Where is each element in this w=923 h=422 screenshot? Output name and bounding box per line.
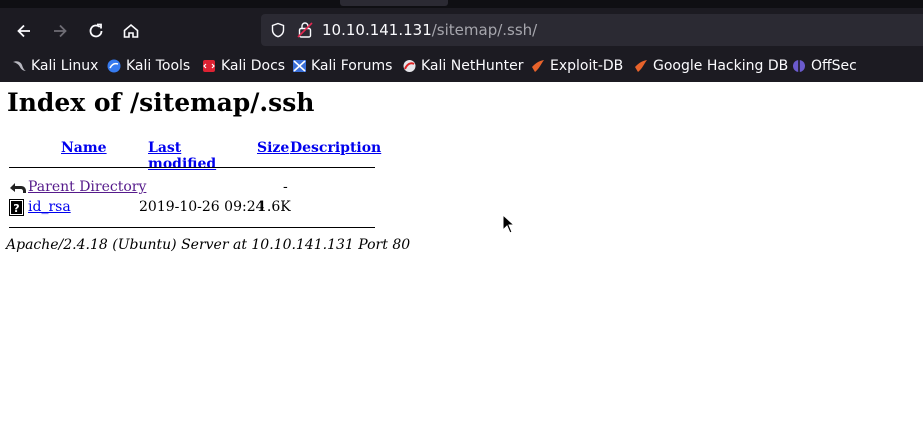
kali-docs-icon: [202, 59, 216, 73]
url-path: /sitemap/.ssh/: [431, 21, 538, 39]
sort-description-link[interactable]: Description: [290, 140, 381, 156]
url-text[interactable]: 10.10.141.131/sitemap/.ssh/: [322, 21, 537, 39]
reload-icon[interactable]: [83, 18, 109, 44]
table-row: Parent Directory: [28, 179, 146, 195]
ghdb-icon: [634, 59, 648, 73]
id-rsa-link[interactable]: id_rsa: [28, 199, 71, 215]
bookmark-label: Google Hacking DB: [653, 58, 789, 74]
address-bar[interactable]: 10.10.141.131/sitemap/.ssh/: [261, 14, 923, 46]
page-title: Index of /sitemap/.ssh: [7, 88, 315, 117]
bookmark-label: OffSec: [811, 58, 857, 74]
unknown-file-icon: ?: [9, 199, 24, 220]
nethunter-icon: [402, 59, 416, 73]
bookmark-ghdb[interactable]: Google Hacking DB: [634, 56, 788, 76]
divider: [9, 227, 375, 228]
bookmark-label: Kali Linux: [31, 58, 99, 74]
bookmark-kali-nethunter[interactable]: Kali NetHunter: [402, 56, 523, 76]
sort-size-link[interactable]: Size: [257, 140, 289, 156]
bookmark-label: Kali Docs: [221, 58, 286, 74]
mouse-cursor-icon: [502, 213, 516, 238]
kali-dragon-icon: [12, 59, 26, 73]
modified-cell: 2019-10-26 09:24: [139, 199, 265, 215]
url-host: 10.10.141.131: [322, 21, 432, 39]
col-header-size: Size: [257, 140, 289, 156]
bookmark-offsec[interactable]: OffSec: [792, 56, 857, 76]
bookmark-label: Exploit-DB: [550, 58, 624, 74]
bookmarks-toolbar: Kali Linux Kali Tools Kali Docs Kali For…: [0, 52, 923, 80]
divider: [9, 167, 375, 168]
bookmark-kali-tools[interactable]: Kali Tools: [107, 56, 190, 76]
insecure-lock-icon[interactable]: [297, 21, 313, 43]
col-header-name: Name: [61, 140, 107, 156]
kali-forums-icon: [292, 59, 306, 73]
table-row: id_rsa: [28, 199, 71, 215]
offsec-icon: [792, 59, 806, 73]
size-cell: 1.6K: [258, 199, 291, 215]
back-icon[interactable]: [11, 18, 37, 44]
exploit-db-icon: [531, 59, 545, 73]
bookmark-kali-docs[interactable]: Kali Docs: [202, 56, 285, 76]
parent-directory-link[interactable]: Parent Directory: [28, 179, 146, 195]
kali-tools-icon: [107, 59, 121, 73]
tab-strip: [0, 0, 923, 8]
svg-text:?: ?: [13, 202, 19, 215]
size-cell: -: [283, 179, 288, 195]
bookmark-label: Kali Tools: [126, 58, 191, 74]
shield-icon[interactable]: [270, 22, 286, 42]
bookmark-label: Kali NetHunter: [421, 58, 524, 74]
bookmark-kali-linux[interactable]: Kali Linux: [12, 56, 98, 76]
active-tab[interactable]: [340, 0, 448, 6]
bookmark-label: Kali Forums: [311, 58, 393, 74]
back-folder-icon: [9, 179, 27, 199]
server-signature: Apache/2.4.18 (Ubuntu) Server at 10.10.1…: [6, 237, 411, 253]
home-icon[interactable]: [118, 18, 144, 44]
col-header-description: Description: [290, 140, 381, 156]
sort-name-link[interactable]: Name: [61, 140, 107, 156]
bookmark-exploit-db[interactable]: Exploit-DB: [531, 56, 623, 76]
forward-icon[interactable]: [47, 18, 73, 44]
bookmark-kali-forums[interactable]: Kali Forums: [292, 56, 392, 76]
browser-chrome: 10.10.141.131/sitemap/.ssh/ Kali Linux K…: [0, 0, 923, 82]
